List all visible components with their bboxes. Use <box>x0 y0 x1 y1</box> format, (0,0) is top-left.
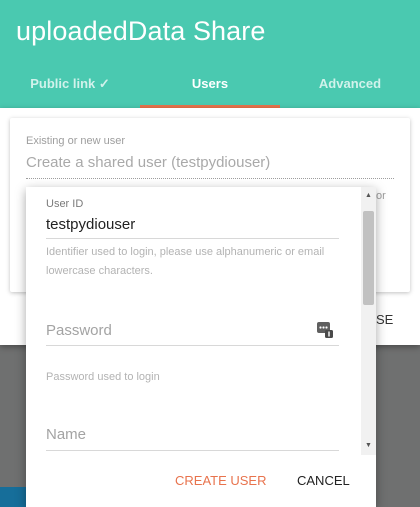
name-field[interactable]: Name <box>46 426 86 443</box>
tab-users[interactable]: Users <box>140 76 280 108</box>
user-id-underline <box>46 238 339 239</box>
name-underline <box>46 450 339 451</box>
create-user-button[interactable]: CREATE USER <box>175 469 267 493</box>
cancel-button[interactable]: CANCEL <box>297 469 350 493</box>
user-id-label: User ID <box>46 198 84 210</box>
share-dialog-header: uploadedData Share Public link ✓ Users A… <box>0 0 420 108</box>
tab-public-link[interactable]: Public link ✓ <box>0 76 140 108</box>
user-id-field[interactable]: testpydiouser <box>46 216 135 233</box>
user-id-helper-text: Identifier used to login, please use alp… <box>46 246 325 277</box>
dialog-title: uploadedData Share <box>16 16 266 46</box>
scroll-down-arrow-icon[interactable]: ▼ <box>365 442 372 449</box>
user-search-label: Existing or new user <box>26 135 126 147</box>
password-key-icon[interactable] <box>317 321 333 339</box>
close-button-partial[interactable]: SE <box>376 312 393 327</box>
background-app-strip <box>0 487 26 507</box>
create-user-popover: User ID testpydiouser Identifier used to… <box>26 187 376 507</box>
password-helper-text: Password used to login <box>46 371 160 383</box>
password-field[interactable]: Password <box>46 322 112 339</box>
create-user-form: User ID testpydiouser Identifier used to… <box>26 187 361 455</box>
user-search-input[interactable]: Create a shared user (testpydiouser) <box>26 154 394 179</box>
scrollbar-thumb[interactable] <box>363 211 374 305</box>
clipped-or-text: or <box>376 190 386 202</box>
scroll-up-arrow-icon[interactable]: ▲ <box>365 192 372 199</box>
password-underline <box>46 345 339 346</box>
tab-advanced[interactable]: Advanced <box>280 76 420 108</box>
form-scrollbar[interactable]: ▲ ▼ <box>361 187 376 455</box>
